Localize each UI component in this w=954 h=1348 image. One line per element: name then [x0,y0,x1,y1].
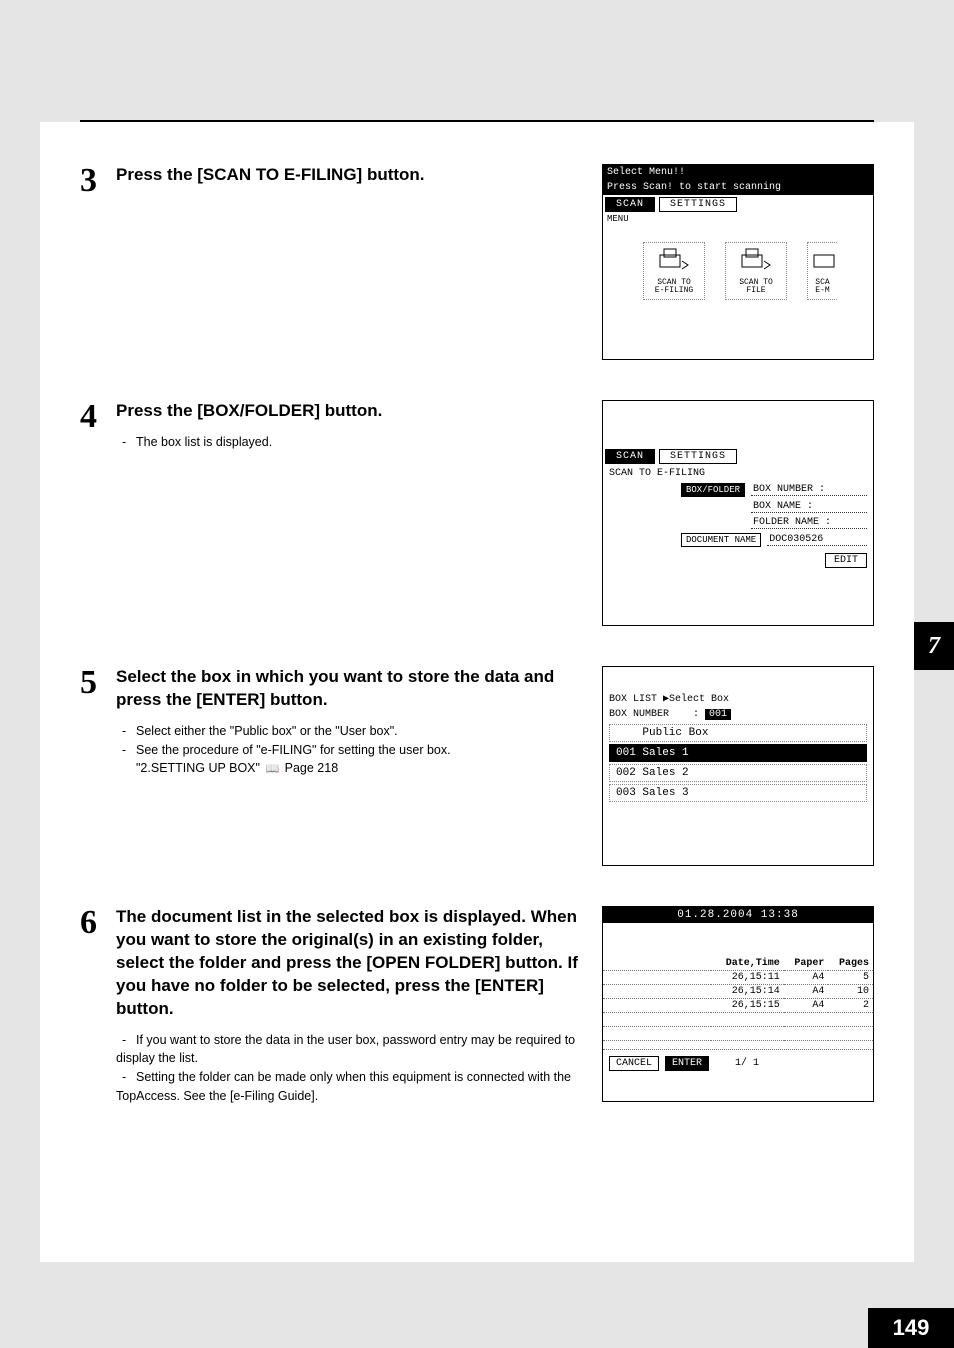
tab-settings[interactable]: SETTINGS [659,197,737,212]
box-public[interactable]: Public Box [609,724,867,742]
document-name-value: DOC030526 [767,534,867,546]
step-title: Press the [BOX/FOLDER] button. [116,400,578,423]
screenshot-document-list: 01.28.2004 13:38 Date,Time Paper Pages 2… [602,906,874,1102]
screenshot-box-folder: SCAN SETTINGS SCAN TO E-FILING BOX/FOLDE… [602,400,874,626]
box-name-field: BOX NAME : [751,501,867,513]
col-date: Date,Time [711,957,784,971]
menu-label: MENU [603,214,873,224]
document-table: Date,Time Paper Pages 26,15:11A45 26,15:… [603,957,873,1041]
col-pages: Pages [828,957,873,971]
datetime-bar: 01.28.2004 13:38 [603,907,873,923]
screen-subtitle: SCAN TO E-FILING [603,466,873,481]
scan-to-file-button[interactable]: SCAN TO FILE [725,242,787,300]
step-note: See the procedure of "e-FILING" for sett… [116,741,578,760]
step-5: 5 Select the box in which you want to st… [80,666,874,866]
edit-button[interactable]: EDIT [825,553,867,568]
box-item-001[interactable]: 001 Sales 1 [609,744,867,762]
printer-icon [810,247,846,273]
box-folder-button[interactable]: BOX/FOLDER [681,483,745,497]
step-number: 3 [80,164,116,198]
scan-to-email-button-cut[interactable]: SCA E-M [807,242,837,300]
step-note: Select either the "Public box" or the "U… [116,722,578,741]
folder-name-field: FOLDER NAME : [751,517,867,529]
step-title: The document list in the selected box is… [116,906,578,1021]
box-list-header: BOX LIST ▶Select Box [603,667,873,707]
step-number: 4 [80,400,116,452]
screen-line1: Select Menu!! [603,165,873,180]
step-number: 5 [80,666,116,778]
step-note: The box list is displayed. [116,433,578,452]
page-indicator: 1/ 1 [735,1058,759,1069]
step-3: 3 Press the [SCAN TO E-FILING] button. S… [80,164,874,360]
tab-settings[interactable]: SETTINGS [659,449,737,464]
screenshot-box-list: BOX LIST ▶Select Box BOX NUMBER : 001 Pu… [602,666,874,866]
tab-scan[interactable]: SCAN [605,449,655,464]
step-title: Select the box in which you want to stor… [116,666,578,712]
box-number-row: BOX NUMBER : 001 [603,707,873,722]
tab-scan[interactable]: SCAN [605,197,655,212]
printer-icon [656,247,692,273]
box-item-002[interactable]: 002 Sales 2 [609,764,867,782]
step-note: If you want to store the data in the use… [116,1031,578,1069]
table-row[interactable]: 26,15:14A410 [603,985,873,999]
box-number-field: BOX NUMBER : [751,484,867,496]
page-content: 3 Press the [SCAN TO E-FILING] button. S… [40,122,914,1262]
step-number: 6 [80,906,116,1106]
col-paper: Paper [784,957,829,971]
scan-to-efiling-button[interactable]: SCAN TO E-FILING [643,242,705,300]
screen-line2: Press Scan! to start scanning [603,180,873,195]
table-row[interactable]: 26,15:15A42 [603,999,873,1013]
step-4: 4 Press the [BOX/FOLDER] button. The box… [80,400,874,626]
step-note: Setting the folder can be made only when… [116,1068,578,1106]
box-item-003[interactable]: 003 Sales 3 [609,784,867,802]
chapter-tab: 7 [914,622,954,670]
document-name-button[interactable]: DOCUMENT NAME [681,533,761,547]
step-title: Press the [SCAN TO E-FILING] button. [116,164,578,187]
cancel-button[interactable]: CANCEL [609,1056,659,1071]
book-icon [263,761,281,775]
table-row[interactable]: 26,15:11A45 [603,971,873,985]
step-note-ref: "2.SETTING UP BOX" Page 218 [136,759,578,778]
enter-button[interactable]: ENTER [665,1056,709,1071]
printer-icon [738,247,774,273]
page-number: 149 [868,1308,954,1348]
step-6: 6 The document list in the selected box … [80,906,874,1106]
screenshot-scan-menu: Select Menu!! Press Scan! to start scann… [602,164,874,360]
